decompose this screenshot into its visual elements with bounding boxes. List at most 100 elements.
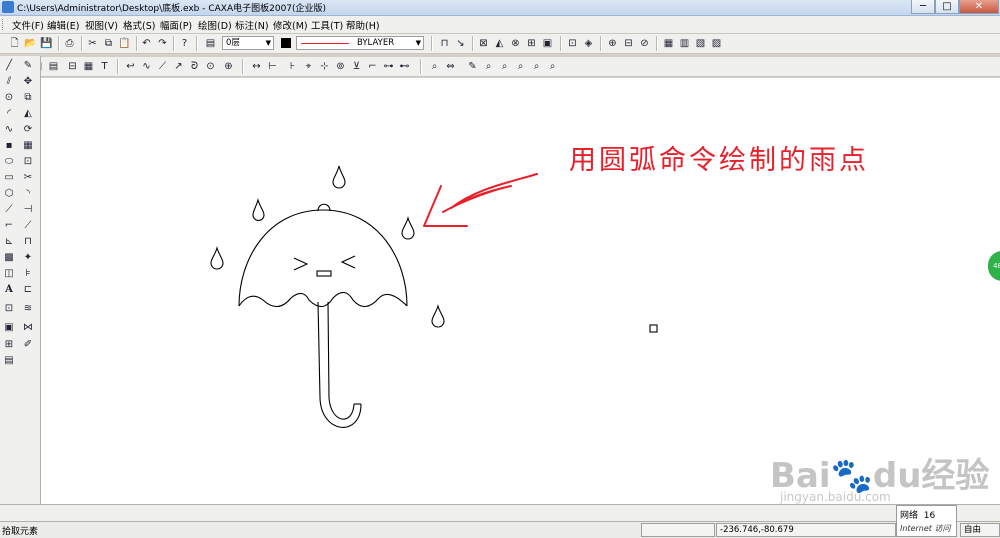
block-icon[interactable]: ◫ [2,267,16,281]
dim-c-icon[interactable]: ⊦ [286,60,299,73]
isoline-icon[interactable]: ⊾ [2,235,16,249]
tool-e-icon[interactable]: ▣ [541,37,554,50]
curve-d-icon[interactable]: ↗ [172,60,185,73]
explode-icon[interactable]: ✦ [21,251,35,265]
menu-format[interactable]: 格式(S) [123,18,155,32]
dim-i-icon[interactable]: ⊶ [382,60,395,73]
curve-e-icon[interactable]: ᘐ [188,60,201,73]
arc-icon[interactable]: ◜ [2,107,16,121]
menu-edit[interactable]: 编辑(E) [47,18,79,32]
tool-d-icon[interactable]: ⊞ [525,37,538,50]
tool-c-icon[interactable]: ⊗ [509,37,522,50]
snap-mode-select[interactable]: 自由 [960,523,1000,537]
new-file-icon[interactable]: 🗋 [8,37,21,50]
redo-icon[interactable]: ↷ [156,37,169,50]
menu-draw[interactable]: 绘图(D) [198,18,232,32]
copy-entity-icon[interactable]: ⧉ [21,91,35,105]
drawing-canvas[interactable]: 用圆弧命令绘制的雨点 [41,78,1000,504]
tool-n-icon[interactable]: ▨ [710,37,723,50]
dim-f-icon[interactable]: ⊚ [334,60,347,73]
dim-b-icon[interactable]: ⊢ [266,60,279,73]
title-block-icon[interactable]: ▤ [47,60,60,73]
zoom-b-icon[interactable]: ✎ [466,60,479,73]
dim-h-icon[interactable]: ⌐ [366,60,379,73]
property-brush-icon[interactable]: ✐ [21,338,35,352]
rectangle-icon[interactable]: ▭ [2,171,16,185]
line-icon[interactable]: ╱ [2,59,16,73]
menu-tools[interactable]: 工具(T) [311,18,343,32]
open-file-icon[interactable]: 📂 [24,37,37,50]
move-icon[interactable]: ✥ [21,75,35,89]
scale-icon[interactable]: ⊡ [21,155,35,169]
curve-a-icon[interactable]: ↩ [124,60,137,73]
menu-view[interactable]: 视图(V) [85,18,118,32]
tool-i-icon[interactable]: ⊟ [622,37,635,50]
trim-icon[interactable]: ✂ [21,171,35,185]
zoom-c-icon[interactable]: ⌕ [482,60,495,73]
pen-icon[interactable]: ✎ [21,59,35,73]
rotate-icon[interactable]: ⟳ [21,123,35,137]
app-icon[interactable] [2,1,14,13]
tool-h-icon[interactable]: ⊕ [606,37,619,50]
hatch-icon[interactable]: ▩ [2,251,16,265]
polygon-icon[interactable]: ⬡ [2,187,16,201]
sheet-icon[interactable]: ⊟ [66,60,79,73]
menu-sheet[interactable]: 幅面(P) [160,18,192,32]
spline-icon[interactable]: ∿ [2,123,16,137]
linetype-select[interactable]: BYLAYER ▼ [296,36,424,50]
parallel-line-icon[interactable]: ⫽ [2,75,16,89]
menu-dimension[interactable]: 标注(N) [235,18,269,32]
tool-b-icon[interactable]: ◭ [493,37,506,50]
mirror-icon[interactable]: ◭ [21,107,35,121]
layer-select[interactable]: 0层 ▼ [222,36,274,50]
attribute-icon[interactable]: ⊞ [2,338,16,352]
help-icon[interactable]: ? [178,37,191,50]
property-icon[interactable]: ⊓ [438,37,451,50]
zoom-d-icon[interactable]: ⌕ [498,60,511,73]
curve-f-icon[interactable]: ⊙ [204,60,217,73]
text-block-icon[interactable]: T [98,60,111,73]
image-icon[interactable]: ▣ [2,321,16,335]
menu-modify[interactable]: 修改(M) [273,18,308,32]
align-icon[interactable]: ⊏ [21,283,35,297]
dim-a-icon[interactable]: ↔ [250,60,263,73]
tool-g-icon[interactable]: ◈ [582,37,595,50]
menu-help[interactable]: 帮助(H) [346,18,380,32]
match-icon[interactable]: ↘ [454,37,467,50]
dim-j-icon[interactable]: ⊷ [398,60,411,73]
paste-icon[interactable]: 📋 [118,37,131,50]
menu-file[interactable]: 文件(F) [12,18,44,32]
text-icon[interactable]: A [2,283,16,297]
tool-l-icon[interactable]: ▥ [678,37,691,50]
curve-b-icon[interactable]: ∿ [140,60,153,73]
curve-c-icon[interactable]: ⟋ [156,60,169,73]
pan-icon[interactable]: ⇔ [444,60,457,73]
save-icon[interactable]: 💾 [40,37,53,50]
maximize-button[interactable]: □ [935,0,959,14]
zoom-f-icon[interactable]: ⌕ [530,60,543,73]
copy-icon[interactable]: ⧉ [102,37,115,50]
polyline-icon[interactable]: ⟋ [2,203,16,217]
dim-e-icon[interactable]: ⊹ [318,60,331,73]
layer-icon[interactable]: ▤ [204,37,217,50]
circle-icon[interactable]: ⊙ [2,91,16,105]
break-icon[interactable]: ⟋ [21,219,35,233]
tool-j-icon[interactable]: ⊘ [638,37,651,50]
minimize-button[interactable]: ─ [911,0,935,14]
tool-a-icon[interactable]: ⊠ [477,37,490,50]
dim-d-icon[interactable]: ⌖ [302,60,315,73]
command-line[interactable] [0,504,1000,521]
dim-g-icon[interactable]: ⊻ [350,60,363,73]
insert-icon[interactable]: ⊡ [2,302,16,316]
zoom-g-icon[interactable]: ⌕ [546,60,559,73]
ole-icon[interactable]: ▤ [2,354,16,368]
chamfer-icon[interactable]: ⊧ [21,267,35,281]
tool-f-icon[interactable]: ⊡ [566,37,579,50]
zoom-a-icon[interactable]: ⌕ [428,60,441,73]
color-swatch[interactable] [281,38,291,48]
centerline-icon[interactable]: ⌐ [2,219,16,233]
curve-g-icon[interactable]: ⊕ [222,60,235,73]
array-icon[interactable]: ▦ [21,139,35,153]
close-button[interactable]: ✕ [959,0,999,14]
join-icon[interactable]: ⋈ [21,321,35,335]
